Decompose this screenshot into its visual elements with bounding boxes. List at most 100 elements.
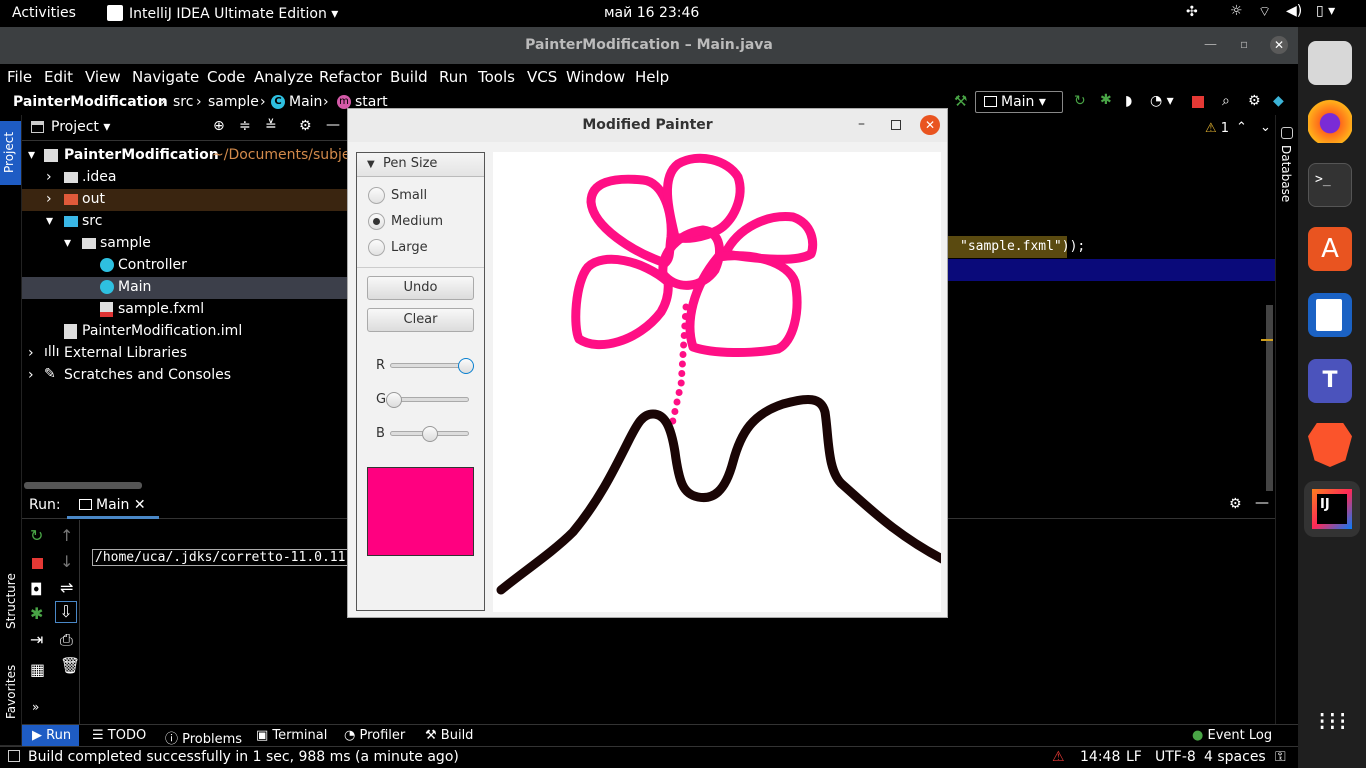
console-output[interactable]: /home/uca/.jdks/corretto-11.0.11 [92, 549, 348, 566]
print-icon[interactable]: ⎙ [60, 630, 73, 650]
clock[interactable]: май 16 23:46 [604, 5, 699, 21]
run-config-selector[interactable]: Main ▾ [975, 91, 1063, 113]
slider-r-thumb[interactable] [458, 358, 474, 374]
indent-setting[interactable]: 4 spaces [1204, 749, 1266, 765]
tree-item-idea[interactable]: › .idea [22, 167, 347, 189]
locate-icon[interactable]: ⊕ [213, 118, 225, 134]
terminal-icon[interactable]: >_ [1308, 163, 1352, 207]
show-apps-icon[interactable]: ⁝⁝⁝ [1318, 709, 1348, 747]
painter-maximize-icon[interactable] [891, 120, 901, 130]
tree-item-src[interactable]: ▾ src [22, 211, 347, 233]
vertical-scrollbar[interactable] [1266, 305, 1273, 491]
run-tool-tab[interactable]: ▶ Run [22, 725, 79, 747]
stop-icon[interactable] [32, 558, 43, 569]
search-icon[interactable]: ⌕ [1222, 93, 1230, 109]
painter-minimize-icon[interactable]: – [858, 116, 865, 132]
debug-icon[interactable]: ✱ [30, 604, 43, 623]
stop-icon[interactable] [1192, 96, 1204, 108]
minimize-icon[interactable]: — [1204, 37, 1217, 52]
trash-icon[interactable]: 🗑 [60, 656, 80, 675]
rerun-icon[interactable]: ↻ [30, 526, 43, 545]
collapse-all-icon[interactable]: ≚ [265, 118, 277, 134]
soft-wrap-icon[interactable]: ⇌ [60, 578, 73, 597]
debug-icon[interactable]: ✱ [1100, 92, 1112, 108]
toolbox-icon[interactable]: ◆ [1273, 93, 1284, 109]
more-icon[interactable]: » [32, 700, 39, 714]
radio-large[interactable] [368, 239, 385, 256]
caret-position[interactable]: 14:48 [1080, 749, 1120, 765]
panel-toggle-icon[interactable] [8, 750, 20, 762]
code-line[interactable]: "sample.fxml")); [960, 239, 1085, 254]
battery-icon[interactable]: ▯ ▾ [1316, 3, 1335, 19]
intellij-dock-item[interactable]: IJ [1304, 481, 1360, 537]
exit-icon[interactable]: ⇥ [30, 630, 43, 649]
tree-item-main[interactable]: Main [22, 277, 347, 299]
radio-medium[interactable] [368, 213, 385, 230]
menu-view[interactable]: View [85, 68, 121, 86]
structure-tool-tab[interactable]: Structure [4, 573, 18, 629]
breadcrumb-project[interactable]: PainterModification [13, 94, 168, 110]
breadcrumb-src[interactable]: src [173, 94, 193, 110]
breadcrumb-sample[interactable]: sample [208, 94, 259, 110]
tree-item-external-libraries[interactable]: › ıllı External Libraries [22, 343, 347, 365]
wifi-icon[interactable]: ⌔ [1258, 3, 1271, 21]
project-tool-tab[interactable]: Project [0, 121, 21, 185]
slider-b-thumb[interactable] [422, 426, 438, 442]
favorites-tool-tab[interactable]: Favorites [4, 665, 18, 719]
writer-icon[interactable] [1308, 293, 1352, 337]
line-separator[interactable]: LF [1126, 749, 1142, 765]
tree-item-iml[interactable]: PainterModification.iml [22, 321, 347, 343]
app-menu[interactable]: IntelliJ IDEA Ultimate Edition ▾ [107, 5, 338, 22]
camera-icon[interactable]: ◘ [30, 580, 43, 599]
lock-icon[interactable]: ⚿ [1275, 749, 1286, 765]
warning-indicator[interactable]: ⚠ 1 [1205, 121, 1229, 136]
profile-icon[interactable]: ◔ ▾ [1150, 93, 1174, 109]
profiler-tool-tab[interactable]: ◔ Profiler [344, 728, 405, 743]
close-icon[interactable]: ✕ [1270, 36, 1288, 54]
maximize-icon[interactable]: ▫ [1240, 37, 1248, 51]
menu-build[interactable]: Build [390, 68, 428, 86]
drawing-canvas[interactable] [493, 152, 953, 612]
terminal-tool-tab[interactable]: ▣ Terminal [256, 728, 327, 743]
close-tab-icon[interactable]: ✕ [134, 497, 146, 513]
build-hammer-icon[interactable]: ⚒ [954, 92, 967, 110]
software-center-icon[interactable]: A [1308, 227, 1352, 271]
tree-item-scratches[interactable]: › ✎ Scratches and Consoles [22, 365, 347, 387]
slider-g-thumb[interactable] [386, 392, 402, 408]
prev-highlight-icon[interactable]: ⌃ [1236, 120, 1247, 135]
tree-item-out[interactable]: › out [22, 189, 347, 211]
teams-tray-icon[interactable]: ✣ [1186, 4, 1198, 20]
radio-small[interactable] [368, 187, 385, 204]
settings-icon[interactable]: ⚙ [1248, 93, 1261, 109]
menu-navigate[interactable]: Navigate [132, 68, 199, 86]
activities-button[interactable]: Activities [12, 5, 76, 21]
expand-all-icon[interactable]: ≑ [239, 118, 251, 134]
event-log-tab[interactable]: ● Event Log [1192, 728, 1272, 743]
menu-window[interactable]: Window [566, 68, 625, 86]
teams-icon[interactable]: T [1308, 359, 1352, 403]
painter-close-icon[interactable]: ✕ [920, 115, 940, 135]
tree-item-controller[interactable]: Controller [22, 255, 347, 277]
clear-button[interactable]: Clear [367, 308, 474, 332]
tree-item-fxml[interactable]: sample.fxml [22, 299, 347, 321]
firefox-icon[interactable] [1308, 99, 1352, 143]
gear-icon[interactable]: ⚙ [299, 118, 312, 134]
file-encoding[interactable]: UTF-8 [1155, 749, 1196, 765]
coverage-icon[interactable]: ◗ [1125, 93, 1132, 109]
menu-edit[interactable]: Edit [44, 68, 73, 86]
layout-icon[interactable]: ▦ [30, 660, 45, 679]
menu-help[interactable]: Help [635, 68, 669, 86]
menu-refactor[interactable]: Refactor [319, 68, 382, 86]
build-tool-tab[interactable]: ⚒ Build [425, 728, 473, 743]
menu-file[interactable]: File [7, 68, 32, 86]
menu-code[interactable]: Code [207, 68, 245, 86]
project-view-selector[interactable]: Project ▾ [51, 119, 110, 135]
run-tab-main[interactable]: Main ✕ [67, 494, 159, 519]
problems-tool-tab[interactable]: ⓘ Problems [165, 728, 242, 747]
horizontal-scrollbar[interactable] [24, 482, 142, 489]
tree-item-sample[interactable]: ▾ sample [22, 233, 347, 255]
error-indicator-icon[interactable]: ⚠ [1052, 749, 1065, 765]
next-highlight-icon[interactable]: ⌄ [1260, 120, 1271, 135]
menu-tools[interactable]: Tools [478, 68, 515, 86]
breadcrumb-main[interactable]: Main [289, 94, 322, 110]
